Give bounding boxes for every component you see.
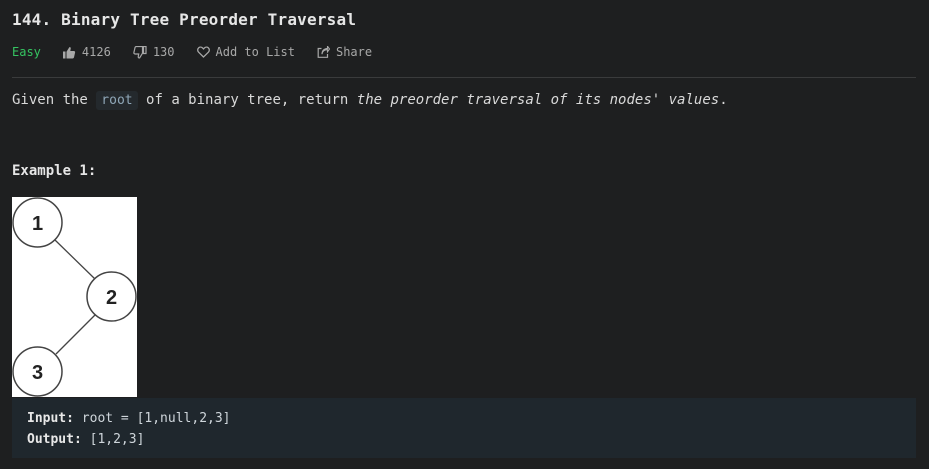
description-text-2: of a binary tree, return [137, 92, 357, 108]
like-button[interactable]: 4126 [62, 45, 111, 59]
dislike-button[interactable]: 130 [133, 45, 175, 59]
share-button[interactable]: Share [317, 45, 372, 59]
thumbs-up-icon [62, 46, 76, 58]
add-to-list-button[interactable]: Add to List [196, 45, 295, 59]
example-title: Example 1: [12, 163, 97, 179]
example-io-box: Input: root = [1,null,2,3] Output: [1,2,… [12, 398, 916, 458]
problem-description: Given the root of a binary tree, return … [12, 91, 728, 110]
share-label: Share [335, 45, 373, 59]
header-divider [12, 77, 916, 78]
tree-edge-2-3 [55, 314, 96, 355]
problem-page: 144. Binary Tree Preorder Traversal Easy… [0, 0, 929, 469]
output-label: Output: [27, 432, 82, 447]
problem-meta-bar: Easy 4126 130 Add to List Share [12, 44, 394, 60]
input-label: Input: [27, 411, 74, 426]
description-text-3: . [719, 92, 728, 108]
tree-edge-1-2 [54, 239, 96, 280]
output-value: [1,2,3] [81, 432, 145, 447]
tree-node-1-label: 1 [32, 213, 43, 235]
heart-icon [196, 46, 210, 58]
like-count: 4126 [81, 45, 111, 59]
inline-code-root: root [96, 91, 138, 110]
example-tree-image: 1 2 3 [12, 197, 137, 397]
difficulty-badge: Easy [12, 45, 41, 59]
tree-node-3-label: 3 [32, 362, 43, 384]
share-icon [317, 46, 330, 58]
tree-node-2-label: 2 [106, 287, 117, 309]
input-value: root = [1,null,2,3] [73, 411, 231, 426]
example-output-line: Output: [1,2,3] [27, 429, 901, 450]
example-input-line: Input: root = [1,null,2,3] [27, 408, 901, 429]
problem-title: 144. Binary Tree Preorder Traversal [12, 10, 357, 29]
thumbs-down-icon [133, 45, 147, 59]
description-text-1: Given the [12, 92, 97, 108]
dislike-count: 130 [152, 45, 175, 59]
description-emphasis: the preorder traversal of its nodes' val… [356, 92, 720, 108]
add-to-list-label: Add to List [215, 45, 295, 59]
